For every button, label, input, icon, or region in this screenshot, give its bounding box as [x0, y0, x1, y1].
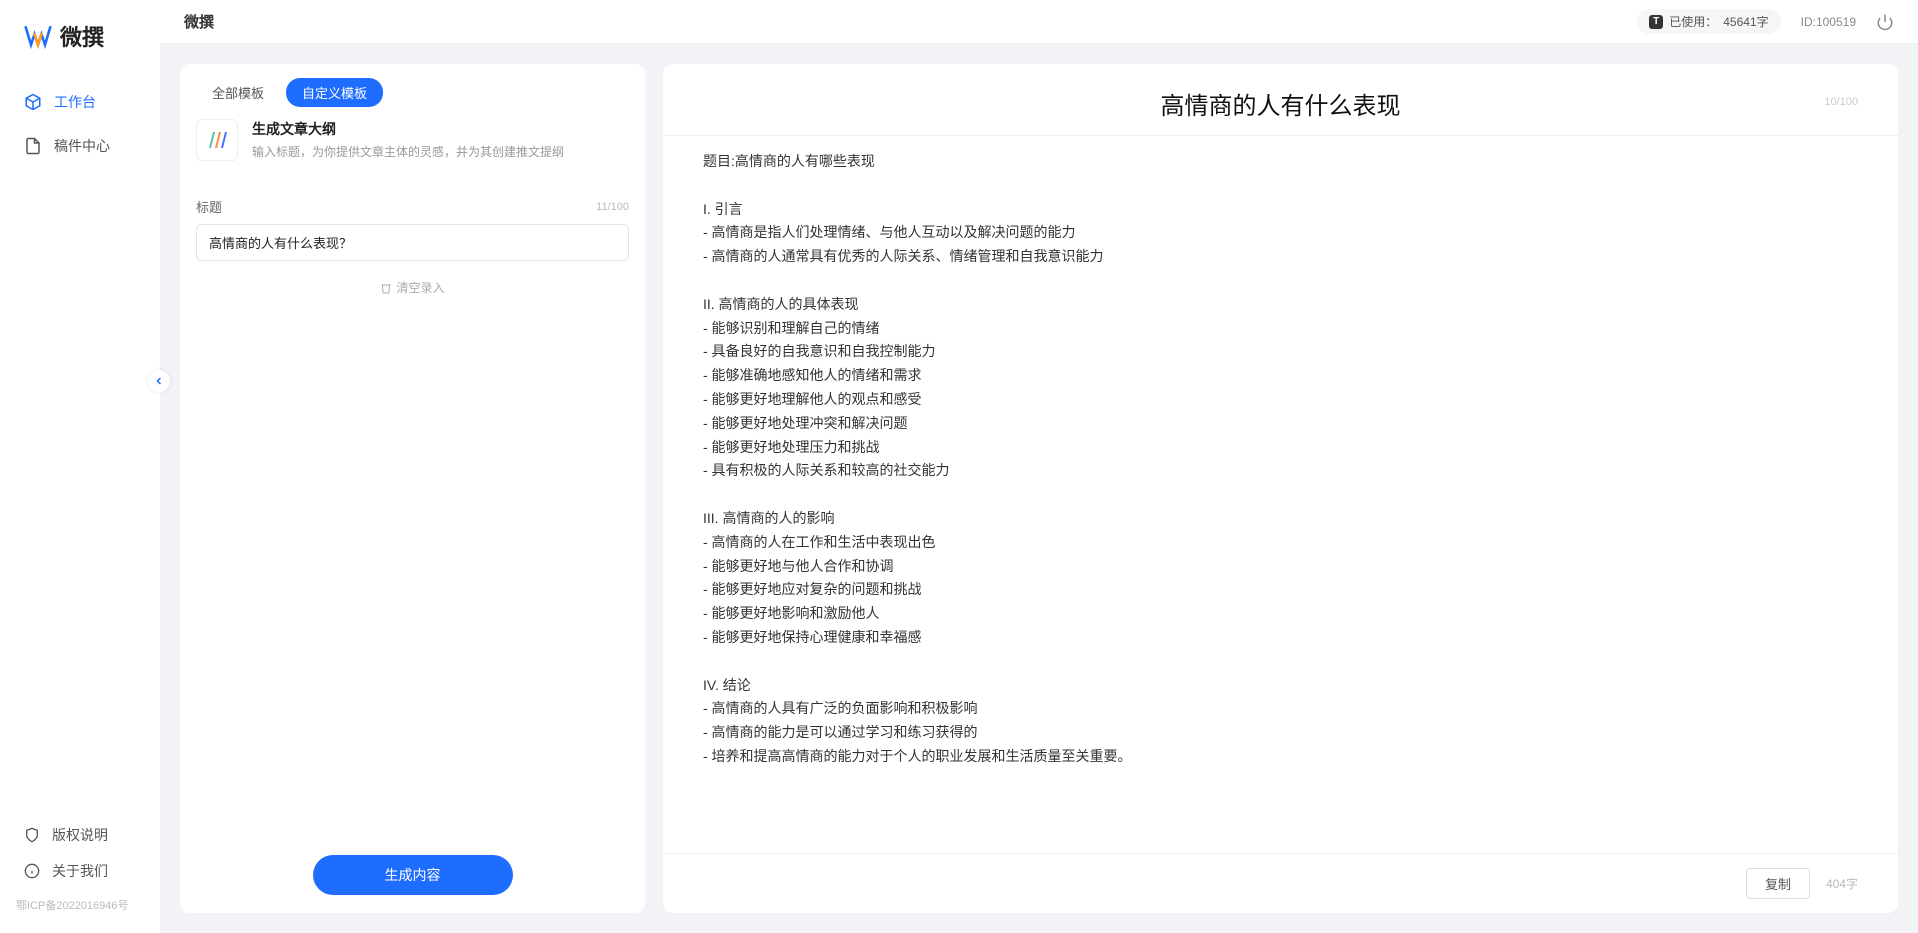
output-footer: 复制 404字: [663, 853, 1898, 913]
title-input[interactable]: [196, 224, 629, 261]
t-icon: T: [1649, 15, 1663, 29]
topbar-right: T 已使用： 45641字 ID:100519: [1637, 9, 1894, 34]
tab-custom[interactable]: 自定义模板: [286, 78, 383, 107]
right-panel: 高情商的人有什么表现 10/100 题目:高情商的人有哪些表现 I. 引言 - …: [663, 64, 1898, 913]
word-count: 404字: [1826, 875, 1858, 892]
cube-icon: [24, 93, 42, 111]
usage-prefix: 已使用：: [1669, 13, 1717, 30]
topbar-title: 微撰: [184, 11, 214, 32]
clear-label: 清空录入: [396, 279, 444, 296]
collapse-button[interactable]: [148, 370, 170, 392]
info-icon: [24, 863, 40, 879]
nav-workbench[interactable]: 工作台: [16, 82, 144, 122]
field-label: 标题: [196, 197, 222, 216]
shield-icon: [24, 827, 40, 843]
template-info: 生成文章大纲 输入标题，为你提供文章主体的灵感，并为其创建推文提纲: [252, 119, 629, 160]
nav-drafts[interactable]: 稿件中心: [16, 126, 144, 166]
tabs: 全部模板 自定义模板: [180, 64, 645, 119]
output-title-count: 10/100: [1824, 96, 1858, 108]
nav-label: 稿件中心: [54, 136, 110, 156]
left-panel: 全部模板 自定义模板 生成文章大纲 输入标题，为你提供文章主体的灵感，并为其创建…: [180, 64, 645, 913]
template-icon: [196, 119, 238, 161]
document-icon: [24, 137, 42, 155]
generate-bar: 生成内容: [180, 837, 645, 913]
template-desc: 输入标题，为你提供文章主体的灵感，并为其创建推文提纲: [252, 143, 629, 160]
icp-text: 鄂ICP备2022016946号: [0, 889, 160, 913]
trash-icon: [380, 282, 392, 294]
user-id: ID:100519: [1801, 15, 1856, 29]
footer-nav: 版权说明 关于我们: [0, 817, 160, 889]
footer-copyright[interactable]: 版权说明: [16, 817, 144, 853]
nav-label: 工作台: [54, 92, 96, 112]
field-block: 标题 11/100: [180, 177, 645, 261]
chevron-left-icon: [153, 375, 165, 387]
output-body[interactable]: 题目:高情商的人有哪些表现 I. 引言 - 高情商是指人们处理情绪、与他人互动以…: [663, 136, 1898, 853]
workspace: 全部模板 自定义模板 生成文章大纲 输入标题，为你提供文章主体的灵感，并为其创建…: [160, 44, 1918, 933]
template-title: 生成文章大纲: [252, 119, 629, 139]
logo-text: 微撰: [60, 20, 104, 52]
footer-label: 关于我们: [52, 861, 108, 881]
usage-badge[interactable]: T 已使用： 45641字: [1637, 9, 1780, 34]
generate-button[interactable]: 生成内容: [313, 855, 513, 895]
tab-all[interactable]: 全部模板: [196, 78, 280, 107]
output-title: 高情商的人有什么表现: [1161, 86, 1401, 121]
copy-button[interactable]: 复制: [1746, 868, 1810, 899]
power-icon[interactable]: [1876, 13, 1894, 31]
logo-icon: [24, 22, 52, 50]
main: 微撰 T 已使用： 45641字 ID:100519 全部模板 自定义模板 生成文…: [160, 0, 1918, 933]
clear-button[interactable]: 清空录入: [180, 261, 645, 314]
footer-about[interactable]: 关于我们: [16, 853, 144, 889]
topbar: 微撰 T 已使用： 45641字 ID:100519: [160, 0, 1918, 44]
usage-value: 45641字: [1723, 13, 1768, 30]
sidebar: 微撰 工作台 稿件中心 版权说明 关于我们 鄂ICP备2022016946号: [0, 0, 160, 933]
footer-label: 版权说明: [52, 825, 108, 845]
nav: 工作台 稿件中心: [0, 82, 160, 817]
template-card: 生成文章大纲 输入标题，为你提供文章主体的灵感，并为其创建推文提纲: [180, 119, 645, 177]
field-count: 11/100: [596, 201, 629, 213]
logo: 微撰: [0, 20, 160, 82]
output-head: 高情商的人有什么表现 10/100: [663, 64, 1898, 136]
